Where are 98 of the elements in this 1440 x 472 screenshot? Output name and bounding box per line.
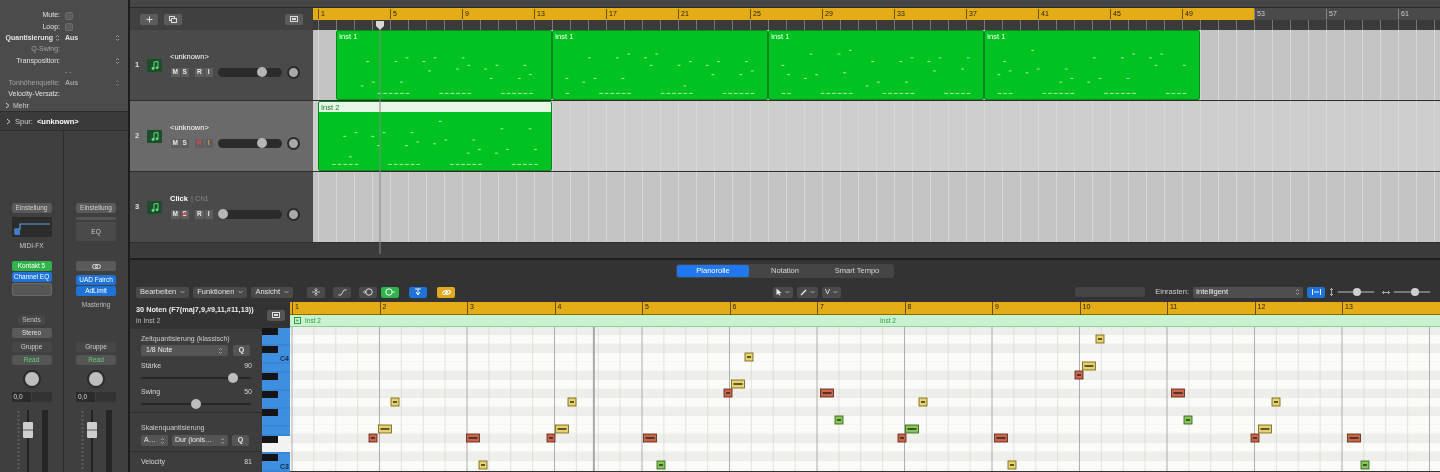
pencil-icon (800, 288, 807, 296)
midi-note[interactable] (744, 352, 754, 362)
instrument-icon (147, 129, 162, 143)
stepper-icon[interactable] (218, 346, 223, 355)
caret-icon (810, 290, 815, 294)
fit-icon (1311, 289, 1321, 295)
pointer-icon (776, 288, 782, 296)
window-icon (290, 16, 298, 22)
midi-note[interactable] (643, 433, 657, 443)
automation-button[interactable] (333, 286, 351, 298)
plug-icon (363, 288, 373, 296)
collapse-button[interactable] (307, 286, 325, 298)
catch-button[interactable] (409, 286, 427, 298)
arrows-icon (312, 288, 320, 296)
midi-note[interactable] (918, 397, 928, 407)
midi-note[interactable] (390, 397, 400, 407)
midi-note[interactable] (1250, 433, 1260, 443)
stepper-icon[interactable] (115, 34, 120, 43)
stepper-icon[interactable] (55, 34, 60, 43)
slider-thumb[interactable] (228, 373, 238, 383)
slider-thumb[interactable] (191, 399, 201, 409)
pan-knob[interactable] (287, 136, 300, 150)
midi-fx-graph[interactable] (11, 217, 52, 237)
pan-knob[interactable] (22, 370, 41, 388)
caret-icon (785, 290, 790, 294)
vertical-zoom-icon (1329, 288, 1334, 296)
copy-icon (169, 15, 177, 23)
midi-note[interactable] (1347, 433, 1361, 443)
link-button[interactable] (437, 286, 455, 298)
pan-knob[interactable] (87, 370, 105, 388)
slider-thumb[interactable] (256, 67, 267, 78)
fit-button[interactable] (1307, 286, 1325, 298)
midi-note[interactable] (1095, 334, 1105, 344)
horizontal-zoom-icon (1382, 289, 1390, 295)
caret-icon (238, 290, 244, 294)
midi-note[interactable] (656, 460, 666, 470)
duplicate-track-button[interactable] (164, 13, 182, 25)
midi-note[interactable] (723, 388, 733, 398)
stepper-icon[interactable] (160, 436, 165, 445)
midi-note[interactable] (546, 433, 556, 443)
level-meter (106, 410, 112, 472)
volume-fader[interactable] (80, 410, 100, 472)
midi-out-button[interactable] (381, 286, 399, 298)
checkbox[interactable] (65, 22, 73, 31)
volume-slider[interactable] (218, 67, 282, 77)
speaker-icon (385, 288, 395, 296)
midi-note[interactable] (466, 433, 480, 443)
pan-knob[interactable] (287, 207, 300, 221)
link-icon (441, 288, 451, 296)
stepper-icon[interactable] (115, 56, 120, 65)
region-icon (294, 317, 301, 324)
tool-menu[interactable] (773, 286, 793, 298)
midi-note[interactable] (1082, 361, 1096, 371)
stepper-icon[interactable] (1295, 288, 1300, 296)
midi-note[interactable] (1183, 415, 1193, 425)
volume-fader[interactable] (15, 410, 36, 472)
pan-knob[interactable] (287, 65, 300, 79)
slider-thumb[interactable] (1353, 288, 1362, 296)
checkbox[interactable] (65, 11, 73, 20)
midi-note[interactable] (905, 424, 919, 434)
add-track-button[interactable] (140, 13, 158, 25)
window-icon (272, 312, 280, 318)
midi-note[interactable] (994, 433, 1008, 443)
volume-slider[interactable] (218, 209, 282, 219)
curve-icon (337, 288, 347, 296)
region-view-button[interactable] (267, 309, 285, 321)
midi-note[interactable] (378, 424, 392, 434)
midi-note[interactable] (567, 397, 577, 407)
slider-thumb[interactable] (218, 209, 228, 220)
midi-note[interactable] (368, 433, 378, 443)
instrument-icon (147, 58, 162, 72)
midi-in-button[interactable] (359, 286, 377, 298)
slider-thumb[interactable] (1410, 288, 1419, 296)
midi-note[interactable] (731, 379, 745, 389)
midi-note[interactable] (834, 415, 844, 425)
caret-icon (180, 290, 186, 294)
caret-icon (833, 290, 838, 294)
midi-note[interactable] (820, 388, 834, 398)
midi-note[interactable] (1171, 388, 1185, 398)
midi-note[interactable] (1074, 370, 1084, 380)
caret-icon (284, 290, 289, 294)
midi-note[interactable] (1271, 397, 1281, 407)
midi-note[interactable] (1360, 460, 1370, 470)
plus-icon (145, 15, 153, 23)
midi-note[interactable] (555, 424, 569, 434)
playhead[interactable] (375, 21, 386, 254)
catch-icon (414, 288, 422, 296)
stepper-icon[interactable] (220, 436, 225, 445)
instrument-icon (147, 200, 162, 214)
piano-keyboard-drawing[interactable] (262, 328, 290, 472)
slider-thumb[interactable] (256, 138, 267, 149)
link-icon (91, 263, 101, 269)
midi-note[interactable] (1258, 424, 1272, 434)
volume-slider[interactable] (218, 138, 282, 148)
midi-note[interactable] (1007, 460, 1017, 470)
midi-note[interactable] (478, 460, 488, 470)
midi-note[interactable] (897, 433, 907, 443)
track-view-button[interactable] (285, 13, 303, 25)
